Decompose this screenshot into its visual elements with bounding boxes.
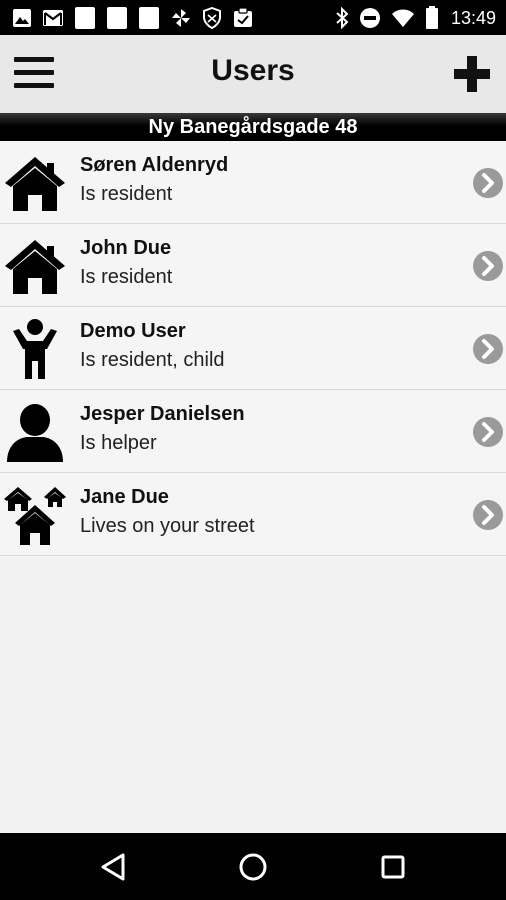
user-status: Is resident <box>80 266 173 288</box>
recents-square-icon[interactable] <box>375 849 411 885</box>
address-banner: Ny Banegårdsgade 48 <box>0 113 506 141</box>
user-row[interactable]: Demo User Is resident, child <box>0 307 506 390</box>
user-name: Jane Due <box>80 486 169 508</box>
status-bar: 13:49 <box>0 0 506 35</box>
app-bar: Users <box>0 35 506 113</box>
plus-icon[interactable] <box>452 54 492 94</box>
houses-icon <box>4 487 66 545</box>
user-status: Is resident <box>80 183 173 205</box>
back-triangle-icon[interactable] <box>96 849 132 885</box>
do-not-disturb-icon <box>359 8 380 28</box>
user-status: Is helper <box>80 432 157 454</box>
page-title: Users <box>211 54 295 87</box>
user-row[interactable]: Jane Due Lives on your street <box>0 473 506 556</box>
notification-square-icon <box>75 7 95 29</box>
notification-square-icon <box>139 7 159 29</box>
notification-square-icon <box>107 7 127 29</box>
image-icon <box>13 9 31 27</box>
pinwheel-icon <box>172 9 190 27</box>
wifi-icon <box>391 9 414 27</box>
user-name: John Due <box>80 237 172 259</box>
user-row[interactable]: John Due Is resident <box>0 224 506 307</box>
user-status: Is resident, child <box>80 349 225 371</box>
battery-icon <box>425 6 438 29</box>
chevron-right-icon[interactable] <box>472 499 504 531</box>
chevron-right-icon[interactable] <box>472 167 504 199</box>
bluetooth-icon <box>336 7 349 29</box>
shield-icon <box>203 7 221 29</box>
user-status: Lives on your street <box>80 515 255 537</box>
system-icons: 13:49 <box>335 5 496 31</box>
child-icon <box>13 319 57 379</box>
user-list: Søren Aldenryd Is resident John Due Is r… <box>0 141 506 556</box>
house-icon <box>5 240 65 294</box>
clipboard-icon <box>234 7 252 27</box>
user-name: Søren Aldenryd <box>80 154 229 176</box>
user-name: Demo User <box>80 320 186 342</box>
user-name: Jesper Danielsen <box>80 403 245 425</box>
status-clock: 13:49 <box>450 7 496 28</box>
user-row[interactable]: Jesper Danielsen Is helper <box>0 390 506 473</box>
navigation-bar <box>0 833 506 900</box>
chevron-right-icon[interactable] <box>472 250 504 282</box>
person-icon <box>7 404 63 462</box>
chevron-right-icon[interactable] <box>472 333 504 365</box>
user-row[interactable]: Søren Aldenryd Is resident <box>0 141 506 224</box>
chevron-right-icon[interactable] <box>472 416 504 448</box>
notification-icons <box>12 6 254 30</box>
home-circle-icon[interactable] <box>235 849 271 885</box>
house-icon <box>5 157 65 211</box>
gmail-icon <box>43 10 63 26</box>
